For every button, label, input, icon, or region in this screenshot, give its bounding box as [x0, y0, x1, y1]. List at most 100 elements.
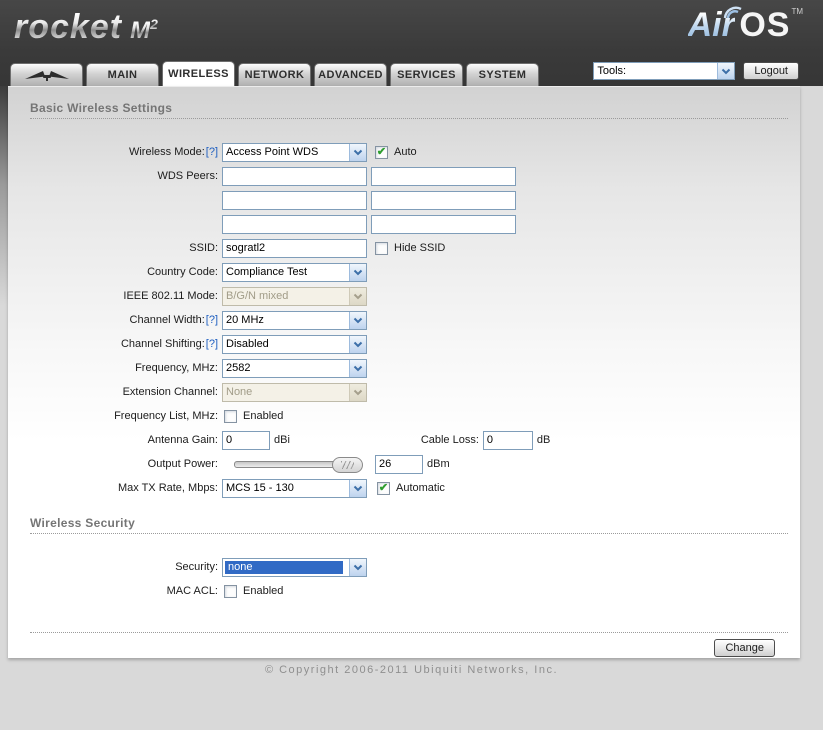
- tab-system[interactable]: SYSTEM: [466, 63, 539, 86]
- wds-peer-input-3[interactable]: [222, 190, 367, 210]
- automatic-checkbox[interactable]: [377, 481, 390, 495]
- security-value: none: [225, 560, 343, 574]
- channel-shifting-help-link[interactable]: [?]: [206, 338, 218, 350]
- channel-width-label-text: Channel Width:: [129, 314, 205, 326]
- rocket-model-sup: 2: [150, 16, 158, 32]
- ubiquiti-antenna-icon: [24, 71, 69, 81]
- wds-peer-input-6[interactable]: [371, 214, 516, 234]
- wireless-mode-label: Wireless Mode:[?]: [30, 146, 218, 158]
- output-power-row: Output Power: dBm: [30, 452, 788, 476]
- mac-acl-enabled-label: Enabled: [243, 585, 284, 597]
- country-code-select[interactable]: Compliance Test: [222, 262, 367, 282]
- extension-channel-value: None: [226, 386, 253, 398]
- header: rocket M2 Air OSTM MAIN WIRELESS NETWORK…: [0, 0, 823, 86]
- security-select[interactable]: none: [222, 557, 367, 577]
- slider-grip-icon: [341, 460, 354, 469]
- output-power-input[interactable]: [375, 454, 423, 474]
- airos-os-text: OS: [739, 6, 791, 44]
- change-button-row: Change: [30, 639, 788, 657]
- frequency-list-label: Frequency List, MHz:: [114, 410, 218, 422]
- wds-peer-input-5[interactable]: [222, 214, 367, 234]
- channel-shifting-value: Disabled: [226, 338, 269, 350]
- logout-button[interactable]: Logout: [743, 62, 799, 80]
- channel-width-label: Channel Width:[?]: [30, 314, 218, 326]
- channel-width-help-link[interactable]: [?]: [206, 314, 218, 326]
- header-left-shadow: [0, 86, 8, 306]
- channel-width-row: Channel Width:[?] 20 MHz: [30, 308, 788, 332]
- wds-peers-row-1: WDS Peers:: [30, 164, 788, 188]
- extension-channel-row: Extension Channel: None: [30, 380, 788, 404]
- hide-ssid-label: Hide SSID: [394, 242, 446, 254]
- wireless-mode-row: Wireless Mode:[?] Access Point WDS Auto: [30, 140, 788, 164]
- tab-services[interactable]: SERVICES: [390, 63, 463, 86]
- security-label: Security:: [175, 561, 218, 573]
- wds-peers-row-3: [30, 212, 788, 236]
- tab-network[interactable]: NETWORK: [238, 63, 311, 86]
- change-button[interactable]: Change: [714, 639, 775, 657]
- hide-ssid-checkbox[interactable]: [375, 241, 388, 255]
- max-tx-rate-select[interactable]: MCS 15 - 130: [222, 478, 367, 498]
- chevron-down-icon: [349, 263, 366, 281]
- cable-loss-label: Cable Loss:: [420, 434, 479, 446]
- ssid-row: SSID: Hide SSID: [30, 236, 788, 260]
- channel-shifting-row: Channel Shifting:[?] Disabled: [30, 332, 788, 356]
- tab-advanced[interactable]: ADVANCED: [314, 63, 387, 86]
- wireless-mode-select[interactable]: Access Point WDS: [222, 142, 367, 162]
- channel-shifting-select[interactable]: Disabled: [222, 334, 367, 354]
- security-row: Security: none: [30, 555, 788, 579]
- frequency-select[interactable]: 2582: [222, 358, 367, 378]
- wds-peer-input-2[interactable]: [371, 166, 516, 186]
- wds-peer-input-4[interactable]: [371, 190, 516, 210]
- wireless-mode-help-link[interactable]: [?]: [206, 146, 218, 158]
- ieee-mode-row: IEEE 802.11 Mode: B/G/N mixed: [30, 284, 788, 308]
- tab-main-label: MAIN: [107, 69, 138, 81]
- basic-wireless-settings-title: Basic Wireless Settings: [30, 101, 173, 115]
- tab-network-label: NETWORK: [244, 69, 305, 81]
- max-tx-rate-value: MCS 15 - 130: [226, 482, 294, 494]
- chevron-down-icon: [349, 335, 366, 353]
- wireless-mode-value: Access Point WDS: [226, 146, 319, 158]
- antenna-gain-input[interactable]: [222, 430, 270, 450]
- extension-channel-label: Extension Channel:: [122, 386, 218, 398]
- output-power-slider[interactable]: [234, 456, 363, 473]
- wireless-security-title: Wireless Security: [30, 516, 136, 530]
- wireless-mode-label-text: Wireless Mode:: [128, 146, 205, 158]
- antenna-gain-row: Antenna Gain: dBi Cable Loss: dB: [30, 428, 788, 452]
- output-power-slider-handle[interactable]: [332, 456, 363, 473]
- country-code-row: Country Code: Compliance Test: [30, 260, 788, 284]
- auto-checkbox[interactable]: [375, 145, 388, 159]
- header-controls: Tools: Logout: [593, 62, 799, 80]
- ieee-mode-value: B/G/N mixed: [226, 290, 289, 302]
- tab-home[interactable]: [10, 63, 83, 86]
- frequency-list-checkbox[interactable]: [224, 409, 237, 423]
- wds-peers-label: WDS Peers:: [157, 170, 218, 182]
- chevron-down-icon: [349, 383, 366, 401]
- ieee-mode-label: IEEE 802.11 Mode:: [123, 290, 218, 302]
- section-divider: [30, 530, 788, 534]
- ssid-input[interactable]: [222, 238, 367, 258]
- tools-select[interactable]: Tools:: [593, 62, 736, 80]
- channel-width-select[interactable]: 20 MHz: [222, 310, 367, 330]
- country-code-value: Compliance Test: [226, 266, 308, 278]
- wds-peers-row-2: [30, 188, 788, 212]
- max-tx-rate-row: Max TX Rate, Mbps: MCS 15 - 130 Automati…: [30, 476, 788, 500]
- tab-bar: MAIN WIRELESS NETWORK ADVANCED SERVICES …: [10, 61, 542, 86]
- chevron-down-icon: [349, 479, 366, 497]
- cable-loss-input[interactable]: [482, 430, 533, 450]
- cable-loss-unit: dB: [536, 434, 551, 446]
- max-tx-rate-label: Max TX Rate, Mbps:: [117, 482, 218, 494]
- copyright-text: © Copyright 2006-2011 Ubiquiti Networks,…: [264, 664, 559, 676]
- extension-channel-select: None: [222, 382, 367, 402]
- channel-width-value: 20 MHz: [226, 314, 264, 326]
- frequency-label: Frequency, MHz:: [135, 362, 218, 374]
- chevron-down-icon: [349, 311, 366, 329]
- tab-wireless[interactable]: WIRELESS: [162, 61, 235, 86]
- mac-acl-checkbox[interactable]: [224, 584, 237, 598]
- tools-select-value: Tools:: [597, 65, 627, 77]
- tab-main[interactable]: MAIN: [86, 63, 159, 86]
- tab-wireless-label: WIRELESS: [168, 68, 229, 80]
- wireless-security-form: Security: none MAC ACL: Enabled: [30, 555, 788, 603]
- mac-acl-label: MAC ACL:: [166, 585, 218, 597]
- frequency-list-row: Frequency List, MHz: Enabled: [30, 404, 788, 428]
- wds-peer-input-1[interactable]: [222, 166, 367, 186]
